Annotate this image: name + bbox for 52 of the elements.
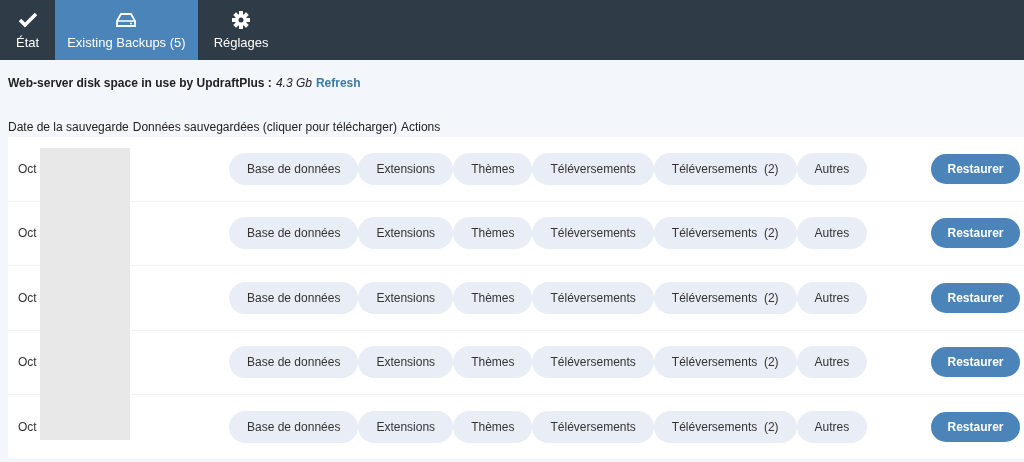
download-button[interactable]: Extensions bbox=[358, 152, 454, 185]
download-button[interactable]: Téléversements (2) bbox=[653, 346, 797, 379]
download-button[interactable]: Téléversements (2) bbox=[653, 217, 797, 250]
restore-button[interactable]: Restaurer bbox=[931, 218, 1020, 249]
download-button[interactable]: Téléversements bbox=[532, 217, 654, 250]
download-button[interactable]: Extensions bbox=[358, 281, 454, 314]
download-button[interactable]: Téléversements (2) bbox=[653, 152, 797, 185]
restore-button[interactable]: Restaurer bbox=[931, 347, 1020, 378]
disk-usage-value: 4.3 Gb bbox=[275, 76, 312, 92]
download-button[interactable]: Téléversements bbox=[532, 152, 654, 185]
column-header: Date de la sauvegarde bbox=[8, 120, 129, 134]
download-button[interactable]: Extensions bbox=[358, 346, 454, 379]
restore-button[interactable]: Restaurer bbox=[931, 153, 1020, 184]
download-button[interactable]: Autres bbox=[796, 346, 868, 379]
download-button[interactable]: Base de données bbox=[229, 217, 359, 250]
column-header: Actions bbox=[400, 120, 441, 134]
download-button[interactable]: Thèmes bbox=[453, 217, 533, 250]
column-header: Données sauvegardées (cliquer pour télécharger) bbox=[132, 120, 397, 134]
tab[interactable]: État bbox=[0, 0, 56, 60]
download-button[interactable]: Base de données bbox=[229, 346, 359, 379]
download-button[interactable]: Base de données bbox=[229, 152, 359, 185]
download-button[interactable]: Téléversements bbox=[532, 346, 654, 379]
download-button[interactable]: Base de données bbox=[229, 281, 359, 314]
download-button[interactable]: Thèmes bbox=[453, 346, 533, 379]
settings-icon bbox=[230, 10, 253, 30]
download-button[interactable]: Thèmes bbox=[453, 410, 533, 443]
disk-usage-label: Web-server disk space in use by UpdraftPlus : bbox=[8, 76, 272, 92]
date-cell-text: Oct bbox=[17, 226, 38, 241]
refresh-link[interactable]: Refresh bbox=[315, 76, 361, 104]
download-button[interactable]: Base de données bbox=[229, 410, 359, 443]
tab[interactable]: Existing Backups (5) bbox=[55, 0, 198, 60]
download-button[interactable]: Autres bbox=[796, 410, 868, 443]
download-button[interactable]: Extensions bbox=[358, 217, 454, 250]
download-button[interactable]: Téléversements (2) bbox=[653, 281, 797, 314]
date-cell-text: Oct bbox=[17, 290, 38, 305]
download-button[interactable]: Autres bbox=[796, 281, 868, 314]
download-button[interactable]: Autres bbox=[796, 152, 868, 185]
restore-button[interactable]: Restaurer bbox=[931, 411, 1020, 442]
download-button[interactable]: Thèmes bbox=[453, 152, 533, 185]
restore-button[interactable]: Restaurer bbox=[931, 282, 1020, 313]
download-button[interactable]: Téléversements (2) bbox=[653, 410, 797, 443]
download-button[interactable]: Thèmes bbox=[453, 281, 533, 314]
date-cell-text: Oct bbox=[17, 161, 38, 176]
tab[interactable]: Réglages bbox=[197, 0, 285, 60]
date-cell-text: Oct bbox=[17, 355, 38, 370]
date-cell-text: Oct bbox=[17, 419, 38, 434]
checkmark-icon bbox=[16, 10, 39, 30]
drive-icon bbox=[115, 10, 138, 30]
download-button[interactable]: Téléversements bbox=[532, 281, 654, 314]
download-button[interactable]: Autres bbox=[796, 217, 868, 250]
download-button[interactable]: Téléversements bbox=[532, 410, 654, 443]
download-button[interactable]: Extensions bbox=[358, 410, 454, 443]
